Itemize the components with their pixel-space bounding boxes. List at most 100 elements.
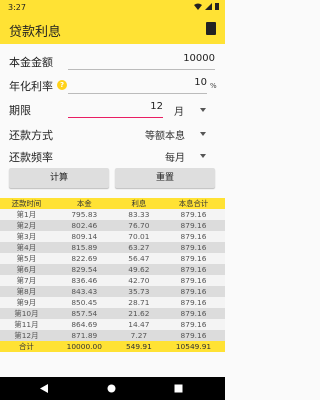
rate-label: 年化利率 xyxy=(9,80,53,93)
table-row: 第10月 857.54 21.62 879.16 xyxy=(0,308,225,319)
table-cell: 第3月 xyxy=(16,232,37,241)
chevron-down-icon[interactable] xyxy=(200,108,206,112)
rate-row: 年化利率 ? 10 % xyxy=(0,74,225,96)
table-row: 第12月 871.89 7.27 879.16 xyxy=(0,330,225,341)
header-cell: 利息 xyxy=(131,199,147,208)
table-cell: 829.54 xyxy=(71,265,98,274)
table-cell: 857.54 xyxy=(71,309,98,318)
table-cell: 7.27 xyxy=(130,331,148,340)
chevron-down-icon[interactable] xyxy=(200,132,206,136)
table-header: 还款时间 本金 利息 本息合计 xyxy=(0,198,225,209)
table-cell: 879.16 xyxy=(180,309,207,318)
status-time: 3:27 xyxy=(8,3,26,12)
table-cell: 879.16 xyxy=(180,331,207,340)
table-cell: 879.16 xyxy=(180,287,207,296)
table-cell: 28.71 xyxy=(128,298,150,307)
term-input[interactable]: 12 xyxy=(68,101,163,118)
amount-label: 本金金额 xyxy=(9,56,53,69)
footer-cell: 10549.91 xyxy=(175,342,212,351)
method-select[interactable]: 等额本息 xyxy=(145,127,185,142)
rate-unit: % xyxy=(210,82,217,90)
method-row: 还款方式 等额本息 xyxy=(0,123,225,145)
table-row: 第2月 802.46 76.70 879.16 xyxy=(0,220,225,231)
table-cell: 802.46 xyxy=(71,221,98,230)
header-cell: 还款时间 xyxy=(11,199,42,208)
term-unit-select[interactable]: 月 xyxy=(174,103,184,118)
table-cell: 76.70 xyxy=(128,221,150,230)
reset-button[interactable]: 重置 xyxy=(115,168,215,188)
table-row: 第11月 864.69 14.47 879.16 xyxy=(0,319,225,330)
app-bar: 贷款利息 xyxy=(0,14,225,44)
help-icon[interactable]: ? xyxy=(57,80,67,90)
table-cell: 815.89 xyxy=(71,243,98,252)
table-row: 第5月 822.69 56.47 879.16 xyxy=(0,253,225,264)
method-label: 还款方式 xyxy=(9,129,53,142)
recents-icon[interactable] xyxy=(174,384,183,393)
table-row: 第8月 843.43 35.73 879.16 xyxy=(0,286,225,297)
table-cell: 42.70 xyxy=(128,276,150,285)
table-cell: 56.47 xyxy=(128,254,150,263)
table-cell: 843.43 xyxy=(71,287,98,296)
table-cell: 850.45 xyxy=(71,298,98,307)
table-row: 第3月 809.14 70.01 879.16 xyxy=(0,231,225,242)
table-cell: 83.33 xyxy=(128,210,150,219)
home-icon[interactable] xyxy=(107,384,116,393)
footer-cell: 合计 xyxy=(19,342,34,351)
table-row: 第6月 829.54 49.62 879.16 xyxy=(0,264,225,275)
table-cell: 第8月 xyxy=(16,287,37,296)
table-cell: 795.83 xyxy=(71,210,98,219)
status-bar: 3:27 xyxy=(0,0,225,14)
chevron-down-icon[interactable] xyxy=(200,154,206,158)
signal-icon xyxy=(205,3,212,10)
table-cell: 第6月 xyxy=(16,265,37,274)
table-cell: 第4月 xyxy=(16,243,37,252)
footer-cell: 10000.00 xyxy=(66,342,102,351)
table-row: 第9月 850.45 28.71 879.16 xyxy=(0,297,225,308)
table-cell: 第1月 xyxy=(16,210,37,219)
table-cell: 879.16 xyxy=(180,243,207,252)
table-cell: 879.16 xyxy=(180,276,207,285)
table-cell: 35.73 xyxy=(128,287,150,296)
table-cell: 871.89 xyxy=(71,331,98,340)
table-row: 第1月 795.83 83.33 879.16 xyxy=(0,209,225,220)
table-cell: 879.16 xyxy=(180,298,207,307)
table-cell: 第5月 xyxy=(16,254,37,263)
table-cell: 879.16 xyxy=(180,210,207,219)
rate-input[interactable]: 10 xyxy=(68,77,207,94)
frequency-select[interactable]: 每月 xyxy=(165,149,185,164)
term-label: 期限 xyxy=(9,104,31,117)
wifi-icon xyxy=(194,3,202,10)
schedule-table: 还款时间 本金 利息 本息合计 第1月 795.83 83.33 879.16 第2月 8… xyxy=(0,198,225,352)
table-footer: 合计 10000.00 549.91 10549.91 xyxy=(0,341,225,352)
status-icons xyxy=(194,3,219,10)
table-cell: 879.16 xyxy=(180,221,207,230)
calculate-button[interactable]: 计算 xyxy=(9,168,109,188)
frequency-label: 还款频率 xyxy=(9,151,53,164)
table-cell: 809.14 xyxy=(71,232,98,241)
table-cell: 第11月 xyxy=(14,320,39,329)
table-cell: 21.62 xyxy=(128,309,150,318)
table-cell: 864.69 xyxy=(71,320,98,329)
calculator-icon[interactable] xyxy=(206,22,216,35)
header-cell: 本金 xyxy=(76,199,92,208)
table-row: 第7月 836.46 42.70 879.16 xyxy=(0,275,225,286)
table-cell: 63.27 xyxy=(128,243,150,252)
header-cell: 本息合计 xyxy=(178,199,209,208)
table-cell: 822.69 xyxy=(71,254,98,263)
battery-icon xyxy=(215,3,219,10)
table-cell: 49.62 xyxy=(128,265,150,274)
amount-row: 本金金额 10000 xyxy=(0,50,225,72)
table-row: 第4月 815.89 63.27 879.16 xyxy=(0,242,225,253)
table-cell: 879.16 xyxy=(180,265,207,274)
table-cell: 836.46 xyxy=(71,276,98,285)
table-cell: 70.01 xyxy=(128,232,150,241)
nav-bar xyxy=(0,377,225,400)
table-cell: 879.16 xyxy=(180,254,207,263)
table-cell: 14.47 xyxy=(128,320,150,329)
back-icon[interactable] xyxy=(40,384,49,393)
table-cell: 879.16 xyxy=(180,232,207,241)
table-cell: 第9月 xyxy=(16,298,37,307)
amount-input[interactable]: 10000 xyxy=(68,53,215,70)
table-cell: 第12月 xyxy=(14,331,39,340)
table-cell: 第10月 xyxy=(14,309,39,318)
